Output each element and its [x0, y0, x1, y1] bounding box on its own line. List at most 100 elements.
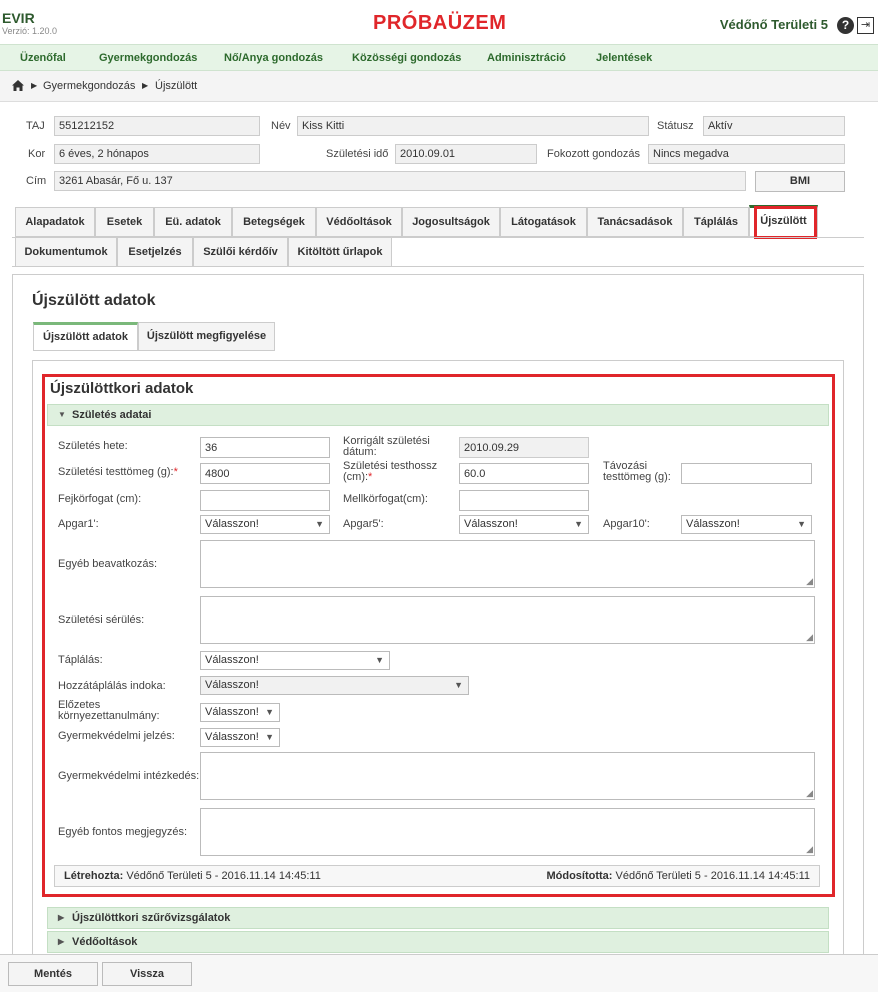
- apgar5-select[interactable]: Válasszon! ▼: [459, 515, 589, 534]
- tab-latogatasok[interactable]: Látogatások: [500, 207, 587, 237]
- apgar1-label: Apgar1':: [58, 518, 99, 530]
- user-name[interactable]: Védőnő Területi 5: [720, 17, 828, 32]
- szuletesi-serules-textarea[interactable]: ◢: [200, 596, 815, 644]
- tab-betegsegek[interactable]: Betegségek: [232, 207, 316, 237]
- resize-handle-icon[interactable]: ◢: [806, 577, 813, 586]
- menu-item-uzenofal[interactable]: Üzenőfal: [20, 52, 66, 64]
- egyeb-beavatkozas-textarea[interactable]: ◢: [200, 540, 815, 588]
- szuletesi-serules-label: Születési sérülés:: [58, 614, 145, 626]
- egyeb-fontos-megjegyzes-label: Egyéb fontos megjegyzés:: [58, 826, 188, 838]
- resize-handle-icon[interactable]: ◢: [806, 633, 813, 642]
- menu-item-jelentesek[interactable]: Jelentések: [596, 52, 652, 64]
- help-icon[interactable]: ?: [837, 17, 854, 34]
- tab-dokumentumok[interactable]: Dokumentumok: [15, 237, 117, 267]
- tab-tanacsadasok[interactable]: Tanácsadások: [587, 207, 683, 237]
- accordion-szurovizsgalatok[interactable]: ▶ Újszülöttkori szűrővizsgálatok: [47, 907, 829, 929]
- gyermekvedelmi-intezkedes-label: Gyermekvédelmi intézkedés:: [58, 770, 200, 782]
- tab-esetjelzes[interactable]: Esetjelzés: [117, 237, 193, 267]
- tab-jogosultsagok[interactable]: Jogosultságok: [402, 207, 500, 237]
- chevron-down-icon: ▼: [315, 519, 324, 529]
- tab-szuloi-kerdoiv[interactable]: Szülői kérdőív: [193, 237, 288, 267]
- fejkorfogat-input[interactable]: [200, 490, 330, 511]
- menu-item-adminisztracio[interactable]: Adminisztráció: [487, 52, 566, 64]
- testtomeg-input[interactable]: 4800: [200, 463, 330, 484]
- tavozasi-testtomeg-input[interactable]: [681, 463, 812, 484]
- tab-alapadatok[interactable]: Alapadatok: [15, 207, 95, 237]
- chevron-down-icon: ▼: [265, 707, 274, 717]
- accordion-label: Védőoltások: [72, 936, 138, 948]
- szuletesi-ido-field: 2010.09.01: [395, 144, 537, 164]
- app-name: EVIR: [2, 10, 35, 26]
- subtab-ujszulott-megfigyelese[interactable]: Újszülött megfigyelése: [138, 322, 275, 351]
- app-version: Verzió: 1.20.0: [2, 26, 58, 36]
- save-button[interactable]: Mentés: [8, 962, 98, 986]
- hozzataplalas-indoka-select[interactable]: Válasszon! ▼: [200, 676, 469, 695]
- home-icon[interactable]: [12, 80, 24, 91]
- szuletes-hete-label: Születés hete:: [58, 440, 128, 452]
- egyeb-fontos-megjegyzes-textarea[interactable]: ◢: [200, 808, 815, 856]
- kor-label: Kor: [28, 148, 46, 160]
- chevron-down-icon: ▼: [574, 519, 583, 529]
- breadcrumb-item-gyermekgondozas[interactable]: Gyermekgondozás: [43, 80, 135, 92]
- breadcrumb: ▶ Gyermekgondozás ▶ Újszülött: [0, 71, 878, 102]
- breadcrumb-separator-icon: ▶: [31, 81, 38, 90]
- tab-highlight-frame: [754, 206, 817, 239]
- menu-item-gyermekgondozas[interactable]: Gyermekgondozás: [99, 52, 197, 64]
- environment-title: PRÓBAÜZEM: [373, 12, 507, 34]
- fokozott-gondozas-field: Nincs megadva: [648, 144, 845, 164]
- breadcrumb-item-ujszulott: Újszülött: [155, 80, 198, 92]
- gyermekvedelmi-jelzes-select[interactable]: Válasszon! ▼: [200, 728, 280, 747]
- apgar10-select[interactable]: Válasszon! ▼: [681, 515, 812, 534]
- testhossz-label: Születési testhossz (cm):*: [343, 460, 438, 483]
- menu-item-kozossegi-gondozas[interactable]: Közösségi gondozás: [352, 52, 461, 64]
- apgar1-select[interactable]: Válasszon! ▼: [200, 515, 330, 534]
- testtomeg-label: Születési testtömeg (g):*: [58, 466, 178, 478]
- apgar10-label: Apgar10':: [603, 518, 650, 530]
- subtab-ujszulott-adatok[interactable]: Újszülött adatok: [33, 322, 138, 351]
- szuletes-hete-input[interactable]: 36: [200, 437, 330, 458]
- hozzataplalas-indoka-label: Hozzátáplálás indoka:: [58, 680, 166, 692]
- accordion-label: Születés adatai: [72, 409, 152, 421]
- fejkorfogat-label: Fejkörfogat (cm):: [58, 493, 142, 505]
- chevron-down-icon: ▼: [454, 680, 463, 690]
- resize-handle-icon[interactable]: ◢: [806, 845, 813, 854]
- testhossz-input[interactable]: 60.0: [459, 463, 589, 484]
- cim-field: 3261 Abasár, Fő u. 137: [54, 171, 746, 191]
- tab-divider: [12, 266, 864, 267]
- mellkorfogat-label: Mellkörfogat(cm):: [343, 493, 428, 505]
- gyermekvedelmi-intezkedes-textarea[interactable]: ◢: [200, 752, 815, 800]
- modified-by: Módosította: Védőnő Területi 5 - 2016.11…: [546, 870, 810, 882]
- accordion-szuletes-adatai[interactable]: ▼ Születés adatai: [47, 404, 829, 426]
- section-title: Újszülöttkori adatok: [50, 380, 194, 397]
- accordion-label: Újszülöttkori szűrővizsgálatok: [72, 912, 231, 924]
- szuletesi-ido-label: Születési idő: [326, 148, 389, 160]
- chevron-down-icon: ▼: [58, 410, 66, 419]
- resize-handle-icon[interactable]: ◢: [806, 789, 813, 798]
- bmi-button[interactable]: BMI: [755, 171, 845, 192]
- tab-eu-adatok[interactable]: Eü. adatok: [154, 207, 232, 237]
- tab-taplalas[interactable]: Táplálás: [683, 207, 749, 237]
- apgar5-label: Apgar5':: [343, 518, 384, 530]
- footer-bar: Mentés Vissza: [0, 954, 878, 992]
- elozetes-kornyezettanulmany-select[interactable]: Válasszon! ▼: [200, 703, 280, 722]
- app-header: EVIR Verzió: 1.20.0 PRÓBAÜZEM Védőnő Ter…: [0, 0, 878, 44]
- tab-esetek[interactable]: Esetek: [95, 207, 154, 237]
- taj-field: 551212152: [54, 116, 260, 136]
- fokozott-gondozas-label: Fokozott gondozás: [547, 148, 640, 160]
- taplalas-select[interactable]: Válasszon! ▼: [200, 651, 390, 670]
- logout-icon[interactable]: ⇥: [857, 17, 874, 34]
- tab-kitoltott-urlapok[interactable]: Kitöltött űrlapok: [288, 237, 392, 267]
- tab-vedooltasok[interactable]: Védőoltások: [316, 207, 402, 237]
- chevron-right-icon: ▶: [58, 937, 65, 946]
- menu-item-no-anya-gondozas[interactable]: Nő/Anya gondozás: [224, 52, 323, 64]
- back-button[interactable]: Vissza: [102, 962, 192, 986]
- chevron-down-icon: ▼: [265, 732, 274, 742]
- mellkorfogat-input[interactable]: [459, 490, 589, 511]
- panel-title: Újszülött adatok: [32, 292, 156, 309]
- main-menu: Üzenőfal Gyermekgondozás Nő/Anya gondozá…: [0, 44, 878, 71]
- taplalas-label: Táplálás:: [58, 654, 103, 666]
- taj-label: TAJ: [26, 120, 45, 132]
- accordion-vedooltasok[interactable]: ▶ Védőoltások: [47, 931, 829, 953]
- gyermekvedelmi-jelzes-label: Gyermekvédelmi jelzés:: [58, 730, 175, 742]
- chevron-right-icon: ▶: [58, 913, 65, 922]
